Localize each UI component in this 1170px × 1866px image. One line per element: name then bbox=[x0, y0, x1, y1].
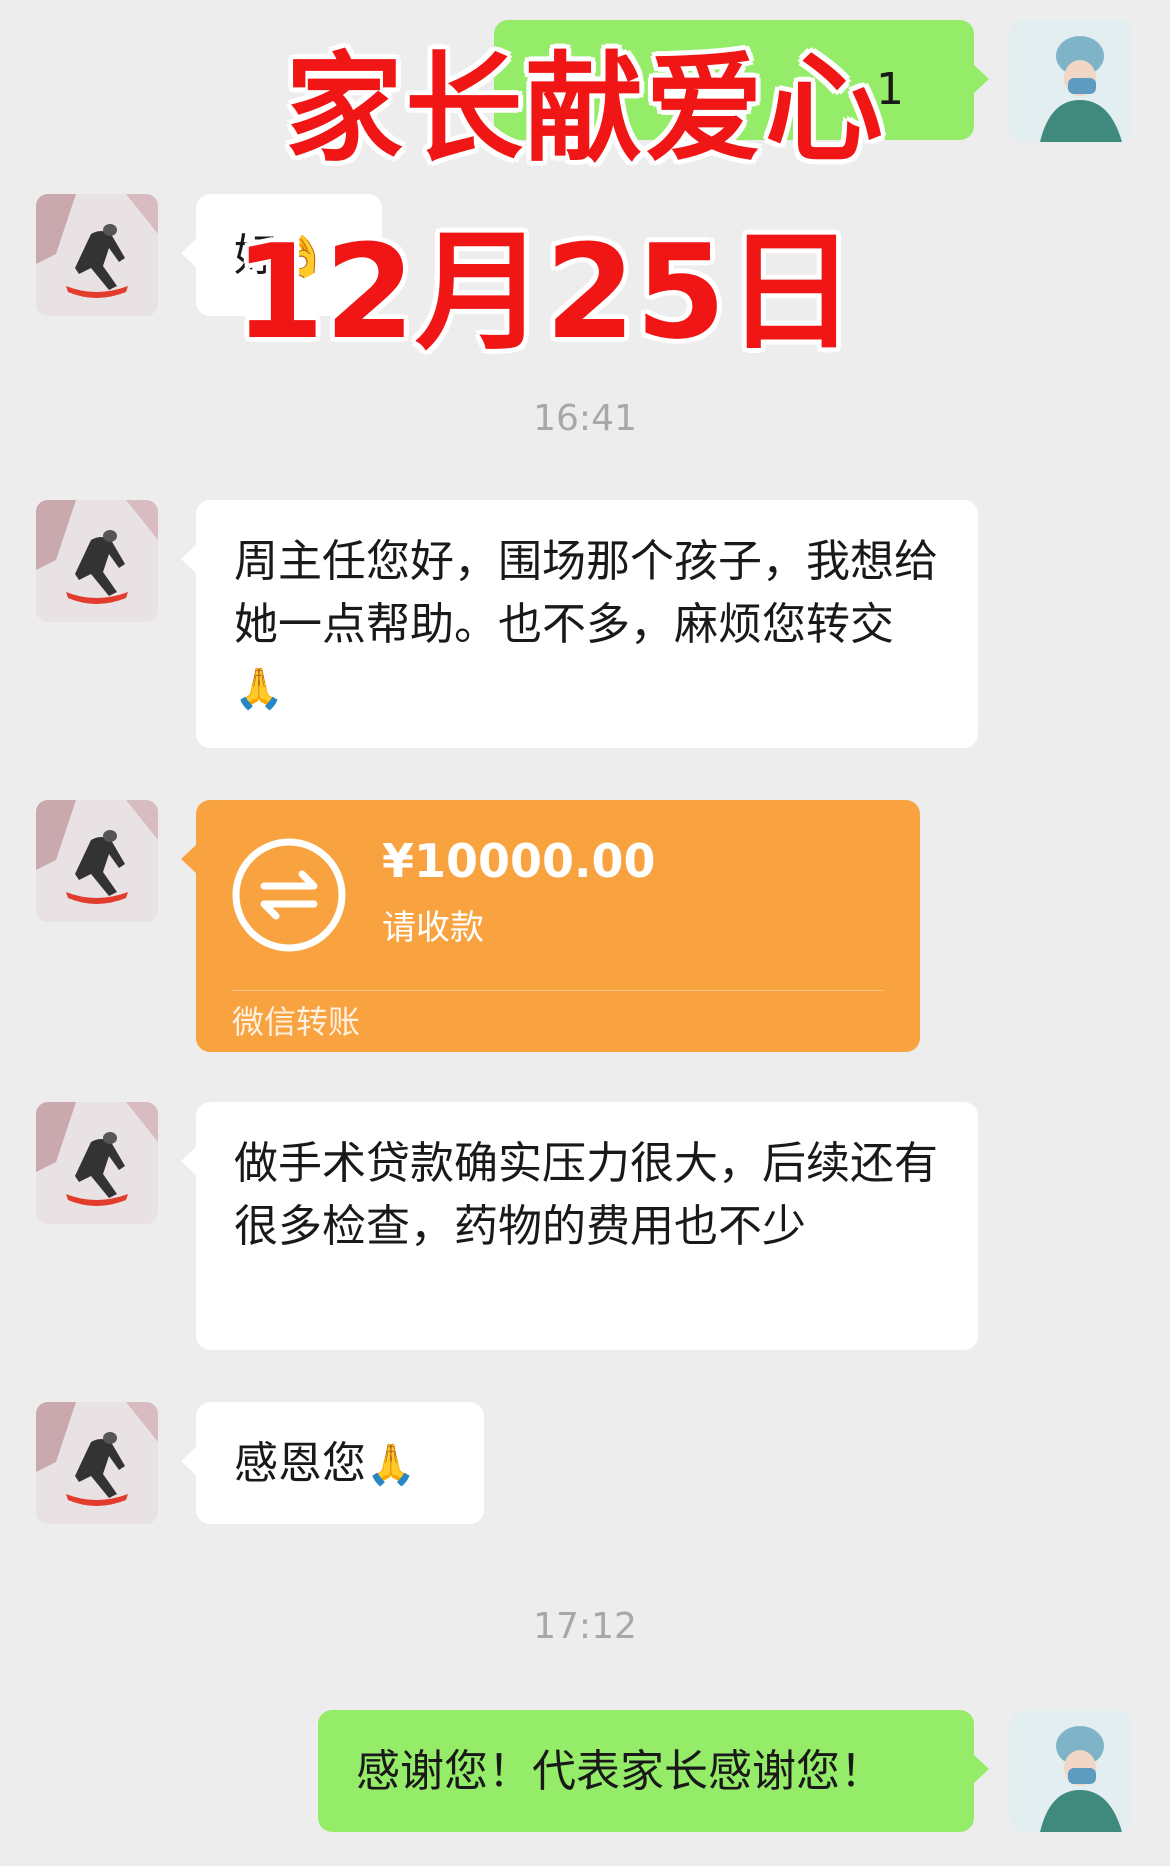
snowboard-avatar-icon bbox=[36, 1402, 158, 1524]
snowboard-avatar-icon bbox=[36, 800, 158, 922]
message-text: 做手术贷款确实压力很大，后续还有很多检查，药物的费用也不少 bbox=[234, 1138, 938, 1252]
folded-hands-emoji: 🙏 bbox=[366, 1442, 416, 1488]
snowboard-avatar-icon bbox=[36, 1102, 158, 1224]
folded-hands-emoji: 🙏 bbox=[234, 666, 284, 712]
transfer-footer: 微信转账 bbox=[232, 1003, 361, 1041]
wechat-transfer-card[interactable]: ¥10000.00 请收款 微信转账 bbox=[181, 800, 920, 1052]
transfer-amount: ¥10000.00 bbox=[382, 834, 656, 888]
snowboard-avatar-icon bbox=[36, 500, 158, 622]
outgoing-bubble[interactable]: 感谢您！代表家长感谢您！ bbox=[318, 1710, 989, 1832]
avatar-self[interactable] bbox=[1010, 1710, 1132, 1832]
avatar-sender[interactable] bbox=[36, 1402, 158, 1524]
avatar-sender[interactable] bbox=[36, 1102, 158, 1224]
message-text: 周主任您好，围场那个孩子，我想给她一点帮助。也不多，麻烦您转交 bbox=[234, 536, 938, 650]
reply-text: 感谢您！代表家长感谢您！ bbox=[356, 1746, 884, 1797]
message-bubble[interactable]: 做手术贷款确实压力很大，后续还有很多检查，药物的费用也不少 bbox=[181, 1102, 978, 1350]
transfer-arrows-icon bbox=[232, 838, 346, 952]
transfer-divider bbox=[232, 990, 884, 991]
transfer-status: 请收款 bbox=[382, 908, 484, 948]
overlay-date: 12月25日 bbox=[234, 216, 856, 368]
avatar-sender[interactable] bbox=[36, 800, 158, 922]
doctor-avatar-icon bbox=[1010, 1710, 1132, 1832]
avatar-sender[interactable] bbox=[36, 500, 158, 622]
message-text: 感恩您 bbox=[234, 1438, 366, 1489]
timestamp: 16:41 bbox=[533, 398, 637, 439]
message-bubble[interactable]: 周主任您好，围场那个孩子，我想给她一点帮助。也不多，麻烦您转交 🙏 bbox=[181, 500, 978, 748]
overlay-title: 家长献爱心 bbox=[284, 40, 885, 178]
timestamp: 17:12 bbox=[533, 1606, 637, 1647]
message-bubble[interactable]: 感恩您🙏 bbox=[181, 1402, 484, 1524]
